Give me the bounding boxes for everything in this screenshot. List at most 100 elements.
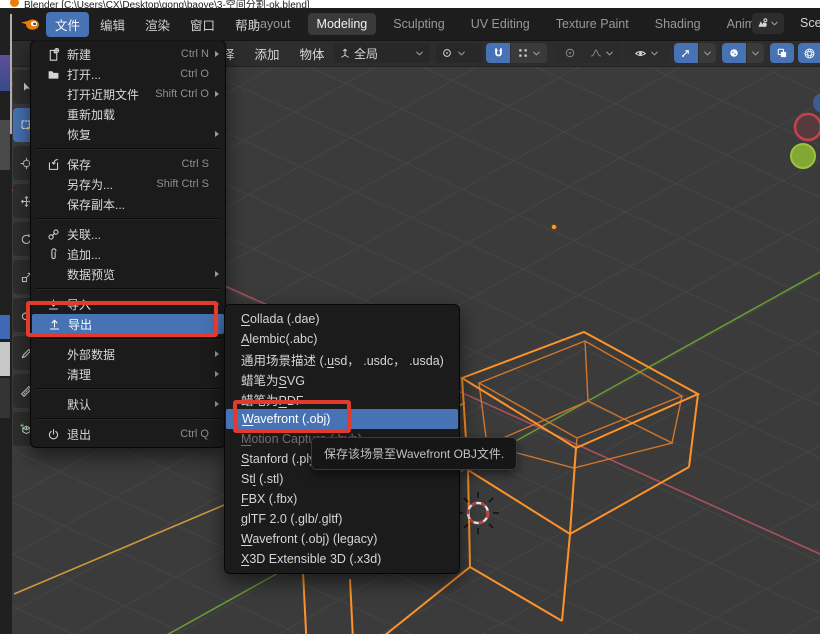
overlays-dropdown[interactable] bbox=[747, 43, 764, 63]
show-gizmo-toggle[interactable] bbox=[674, 43, 698, 63]
file-menu-item-打开[interactable]: 打开...Ctrl O bbox=[31, 64, 225, 84]
tooltip: 保存该场景至Wavefront OBJ文件. bbox=[311, 437, 517, 470]
gizmo-x-ball[interactable] bbox=[795, 114, 820, 140]
file-menu-item-关联[interactable]: 关联... bbox=[31, 224, 225, 244]
menu-separator bbox=[35, 148, 221, 150]
workspace-tab-modeling[interactable]: Modeling bbox=[308, 13, 377, 35]
proportional-icon bbox=[564, 47, 576, 59]
show-overlays-toggle[interactable] bbox=[722, 43, 746, 63]
menu-item-label: 打开近期文件 bbox=[67, 86, 139, 103]
file-menu-item-导出[interactable]: 导出 bbox=[32, 314, 224, 334]
menubar-item-窗口[interactable]: 窗口 bbox=[181, 12, 224, 37]
file-menu-item-恢复[interactable]: 恢复 bbox=[31, 124, 225, 144]
workspace-tab-uv-editing[interactable]: UV Editing bbox=[462, 13, 539, 35]
file-menu-item-外部数据[interactable]: 外部数据 bbox=[31, 344, 225, 364]
file-menu-item-打开近期文件[interactable]: 打开近期文件Shift Ctrl O bbox=[31, 84, 225, 104]
file-menu-item-另存为[interactable]: 另存为...Shift Ctrl S bbox=[31, 174, 225, 194]
gizmo-y-ball[interactable] bbox=[791, 144, 815, 168]
submenu-arrow-icon bbox=[209, 271, 219, 277]
menu-item-label: Stanford (.ply) bbox=[241, 452, 320, 466]
export-menu-item-collada-dae[interactable]: Collada (.dae) bbox=[225, 309, 459, 329]
blank-icon bbox=[43, 177, 63, 191]
blank-icon bbox=[43, 267, 63, 281]
export-menu-item-stl-stl[interactable]: Stl (.stl) bbox=[225, 469, 459, 489]
chevron-down-icon bbox=[604, 48, 615, 59]
snap-settings-dropdown[interactable] bbox=[511, 43, 547, 63]
export-menu-item-svg[interactable]: 蜡笔为SVG bbox=[225, 369, 459, 389]
visibility-dropdown[interactable] bbox=[624, 43, 670, 63]
blank-icon bbox=[43, 347, 63, 361]
submenu-arrow-icon bbox=[209, 371, 219, 377]
export-menu-item-pdf[interactable]: 蜡笔为PDF bbox=[225, 389, 459, 409]
menu-item-label: 退出 bbox=[67, 426, 91, 443]
workspace-tab-sculpting[interactable]: Sculpting bbox=[384, 13, 453, 35]
file-menu-item-数据预览[interactable]: 数据预览 bbox=[31, 264, 225, 284]
workspace-tab-shading[interactable]: Shading bbox=[646, 13, 710, 35]
menu-separator bbox=[35, 288, 221, 290]
scene-selector[interactable] bbox=[752, 13, 784, 34]
export-menu-item-x3d-extensible-3d-x3d[interactable]: X3D Extensible 3D (.x3d) bbox=[225, 549, 459, 569]
menu-item-shortcut: Shift Ctrl S bbox=[146, 178, 209, 190]
menu-item-label: 外部数据 bbox=[67, 346, 115, 363]
menubar-item-渲染[interactable]: 渲染 bbox=[136, 12, 179, 37]
pivot-point-dropdown[interactable] bbox=[436, 43, 482, 63]
proportional-falloff-dropdown[interactable] bbox=[583, 43, 621, 63]
submenu-arrow-icon bbox=[209, 301, 219, 307]
file-menu-item-导入[interactable]: 导入 bbox=[31, 294, 225, 314]
xray-icon bbox=[776, 47, 788, 59]
submenu-arrow-icon bbox=[208, 321, 218, 327]
export-icon bbox=[44, 317, 64, 331]
menu-item-shortcut: Ctrl N bbox=[171, 48, 209, 60]
scene-name-label[interactable]: Sce bbox=[800, 16, 820, 30]
file-menu-item-保存[interactable]: 保存Ctrl S bbox=[31, 154, 225, 174]
viewport-menu-添加[interactable]: 添加 bbox=[255, 44, 280, 63]
workspace-tab-texture-paint[interactable]: Texture Paint bbox=[547, 13, 638, 35]
workspace-tab-animation[interactable]: Animation bbox=[718, 13, 752, 35]
visibility-icon bbox=[634, 47, 647, 60]
scene-icon bbox=[756, 17, 769, 30]
menu-item-label: 打开... bbox=[67, 66, 101, 83]
export-menu-item-gltf-2-0-glb-gltf[interactable]: glTF 2.0 (.glb/.gltf) bbox=[225, 509, 459, 529]
export-menu-item-alembic-abc[interactable]: Alembic(.abc) bbox=[225, 329, 459, 349]
import-icon bbox=[43, 297, 63, 311]
export-menu-item-wavefront-obj[interactable]: Wavefront (.obj) bbox=[226, 409, 458, 429]
menu-item-label: 导入 bbox=[67, 296, 91, 313]
menu-separator bbox=[35, 218, 221, 220]
xray-toggle[interactable] bbox=[770, 43, 794, 63]
file-menu-item-新建[interactable]: 新建Ctrl N bbox=[31, 44, 225, 64]
menu-item-label: 恢复 bbox=[67, 126, 91, 143]
proportional-editing-toggle[interactable] bbox=[557, 43, 582, 63]
menu-separator bbox=[35, 388, 221, 390]
magnet-icon bbox=[492, 47, 505, 60]
transform-orientation-dropdown[interactable]: 全局 bbox=[334, 43, 430, 63]
gizmo-dropdown[interactable] bbox=[699, 43, 716, 63]
menu-item-label: Wavefront (.obj) bbox=[242, 412, 330, 426]
falloff-icon bbox=[590, 47, 602, 59]
export-menu-item-fbx-fbx[interactable]: FBX (.fbx) bbox=[225, 489, 459, 509]
left-edge-fragment bbox=[0, 55, 10, 91]
blender-logo-icon[interactable] bbox=[20, 16, 42, 32]
file-menu-item-清理[interactable]: 清理 bbox=[31, 364, 225, 384]
gizmo-icon bbox=[680, 47, 692, 59]
file-menu-item-重新加载[interactable]: 重新加载 bbox=[31, 104, 225, 124]
left-edge-fragment bbox=[0, 378, 10, 418]
left-edge-fragment bbox=[0, 120, 10, 170]
viewport-menu-物体[interactable]: 物体 bbox=[300, 44, 325, 63]
file-menu-item-默认[interactable]: 默认 bbox=[31, 394, 225, 414]
file-menu-item-追加[interactable]: 追加... bbox=[31, 244, 225, 264]
file-menu-item-保存副本[interactable]: 保存副本... bbox=[31, 194, 225, 214]
export-menu-item-usd-usdc-usda[interactable]: 通用场景描述 (.usd， .usdc， .usda) bbox=[225, 349, 459, 369]
power-icon bbox=[43, 427, 63, 441]
menubar-item-文件[interactable]: 文件 bbox=[46, 12, 89, 37]
menubar-item-编辑[interactable]: 编辑 bbox=[91, 12, 134, 37]
paperclip-icon bbox=[43, 247, 63, 261]
chevron-down-icon bbox=[649, 48, 660, 59]
menu-item-label: 蜡笔为SVG bbox=[241, 370, 305, 389]
tooltip-text: 保存该场景至Wavefront OBJ文件. bbox=[324, 447, 504, 461]
shading-wireframe-button[interactable] bbox=[798, 43, 820, 63]
workspace-tab-layout[interactable]: Layout bbox=[244, 13, 300, 35]
file-menu-item-退出[interactable]: 退出Ctrl Q bbox=[31, 424, 225, 444]
snap-toggle-button[interactable] bbox=[486, 43, 510, 63]
blank-icon bbox=[43, 127, 63, 141]
export-menu-item-wavefront-obj-legacy[interactable]: Wavefront (.obj) (legacy) bbox=[225, 529, 459, 549]
